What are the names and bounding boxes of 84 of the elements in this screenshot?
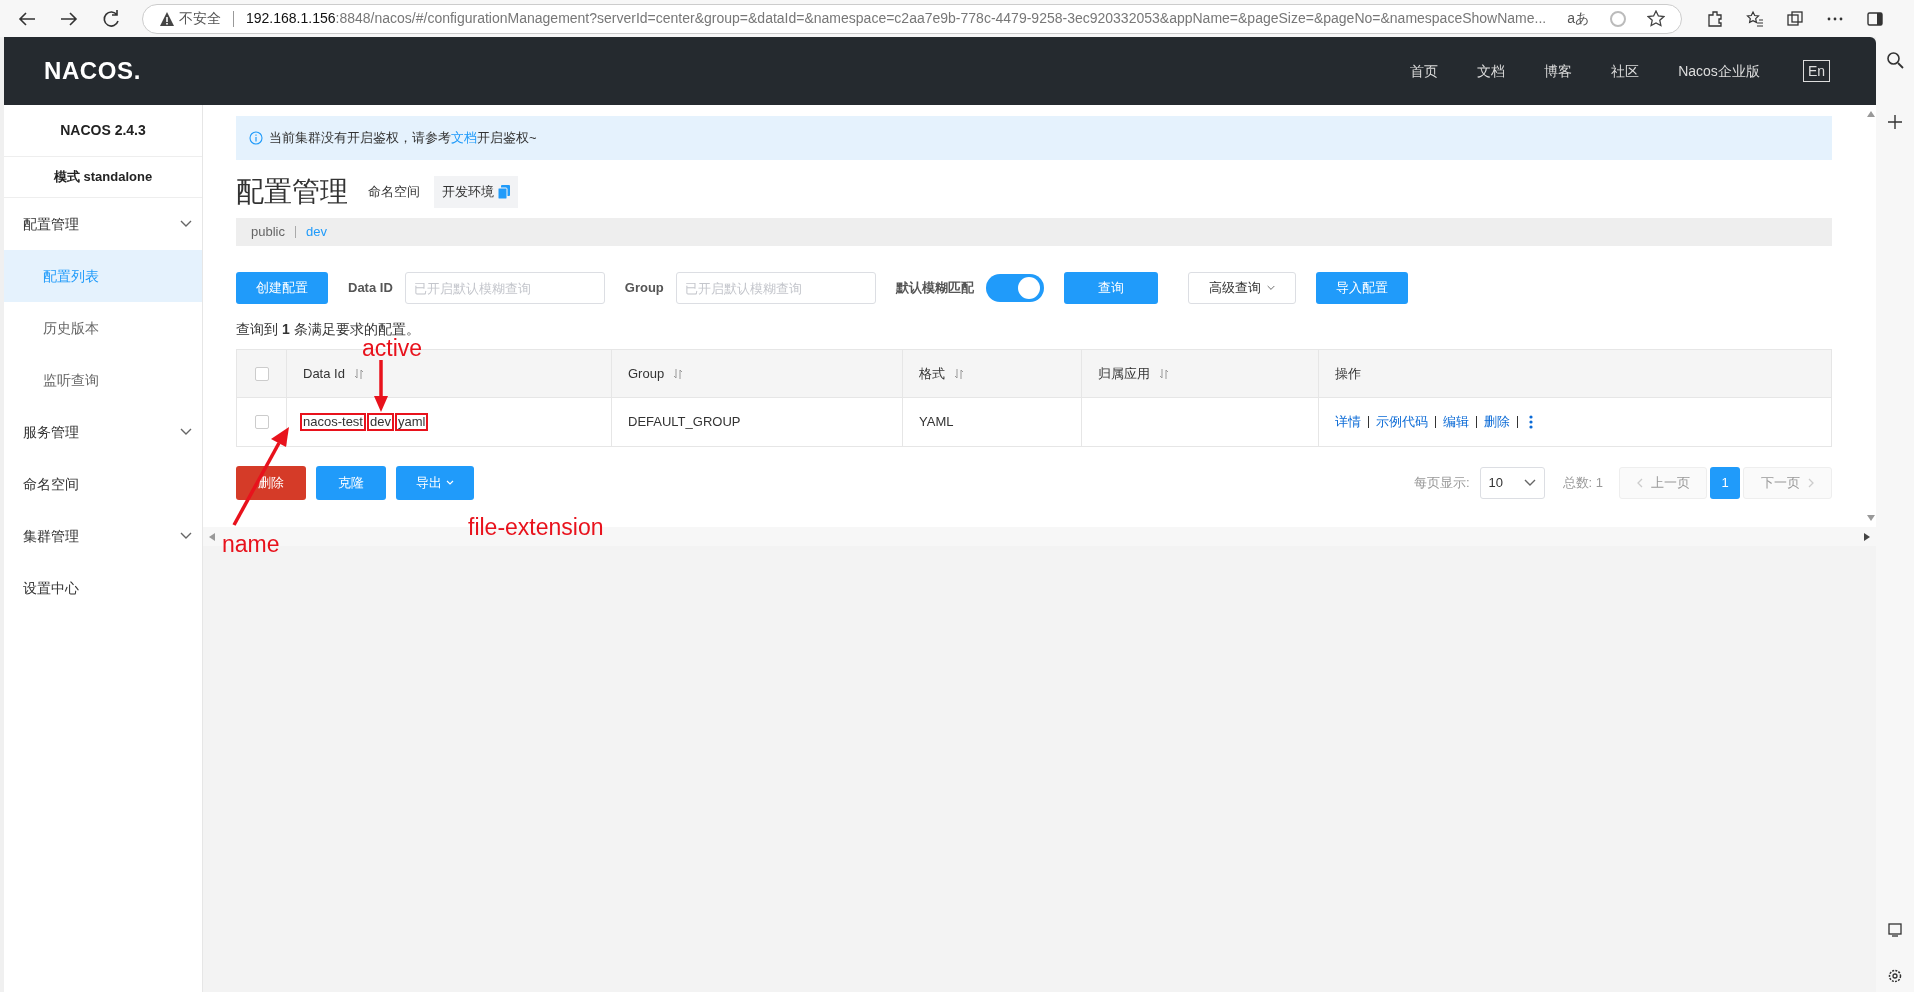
security-label: 不安全: [179, 9, 221, 28]
highlighted-text: yaml: [394, 413, 429, 431]
info-icon: [249, 131, 263, 145]
nav-link[interactable]: Nacos企业版: [1678, 60, 1760, 82]
sidebar-item[interactable]: 配置管理: [4, 198, 202, 250]
collections-icon[interactable]: [1786, 9, 1804, 28]
action-link[interactable]: 示例代码: [1376, 412, 1428, 432]
more-vertical-icon[interactable]: [1529, 415, 1533, 429]
toggle-label: 默认模糊匹配: [895, 279, 974, 298]
url-text: 192.168.1.156:8848/nacos/#/configurationManagement?serverId=center&group=&dataId=&namespace=c2aa7e9b-778c-4479-9258-3ec920332053&appName=&pageSize=&pageNo=&namespaceShowName...: [246, 9, 1547, 28]
language-button[interactable]: En: [1802, 60, 1830, 82]
chevron-left-icon: [1636, 478, 1643, 488]
copy-icon[interactable]: [498, 185, 510, 199]
annotation-label: file-extension: [468, 515, 604, 539]
checkbox[interactable]: [254, 415, 269, 429]
sidebar-item[interactable]: 集群管理: [4, 510, 202, 562]
warning-icon: [159, 10, 175, 27]
read-aloud-icon[interactable]: aあ: [1567, 8, 1589, 29]
extensions-icon[interactable]: [1706, 9, 1724, 28]
annotation-arrow: [373, 360, 389, 412]
version-label: NACOS 2.4.3: [4, 105, 202, 157]
nav-link[interactable]: 博客: [1544, 60, 1573, 82]
annotation-label: active: [362, 336, 423, 360]
mode-label: 模式 standalone: [4, 157, 202, 198]
page-size-label: 每页显示:: [1413, 474, 1470, 493]
highlighted-text: nacos-test: [300, 413, 366, 431]
chevron-down-icon: [180, 532, 192, 540]
delete-button[interactable]: 删除: [236, 466, 306, 500]
chevron-down-icon: [1266, 285, 1275, 291]
chevron-down-icon: [1523, 479, 1536, 487]
highlighted-text: dev: [367, 413, 394, 431]
star-icon[interactable]: [1647, 9, 1665, 28]
scroll-right-icon[interactable]: [1864, 532, 1870, 541]
column-header: Group: [628, 364, 665, 383]
scroll-left-icon[interactable]: [209, 532, 215, 541]
search-icon[interactable]: [1886, 51, 1904, 69]
sidebar-subitem[interactable]: 监听查询: [4, 354, 202, 406]
notice-text: 当前集群没有开启鉴权，请参考文档开启鉴权~: [269, 129, 537, 148]
sidebar-item[interactable]: 命名空间: [4, 458, 202, 510]
annotation-label: name: [222, 532, 280, 556]
total-count: 总数: 1: [1562, 474, 1603, 493]
action-link[interactable]: 删除: [1484, 412, 1510, 432]
sort-icon[interactable]: [1160, 368, 1168, 379]
nav-link[interactable]: 社区: [1611, 60, 1640, 82]
namespace-label: 命名空间: [368, 183, 420, 202]
sort-icon[interactable]: [354, 368, 363, 379]
action-link[interactable]: 详情: [1335, 412, 1361, 432]
favorites-icon[interactable]: [1746, 9, 1764, 28]
field-label: Group: [624, 279, 664, 298]
page-title: 配置管理: [236, 175, 348, 209]
column-header: 归属应用: [1098, 364, 1150, 383]
sidebar-item[interactable]: 服务管理: [4, 406, 202, 458]
sidebar-subitem[interactable]: 历史版本: [4, 302, 202, 354]
table-cell: DEFAULT_GROUP: [612, 398, 903, 446]
column-header: Data Id: [303, 364, 345, 383]
add-icon[interactable]: [1887, 114, 1903, 130]
sort-icon[interactable]: [674, 368, 683, 379]
screenshot-icon[interactable]: [1887, 922, 1903, 938]
chevron-right-icon: [1808, 478, 1814, 488]
chevron-down-icon: [180, 220, 192, 228]
select-all-checkbox[interactable]: [254, 366, 269, 381]
column-header: 格式: [919, 364, 945, 383]
advanced-search-button[interactable]: 高级查询: [1187, 272, 1296, 304]
namespace-name: 开发环境: [442, 183, 494, 202]
table-cell: YAML: [903, 398, 1082, 446]
scroll-down-icon[interactable]: [1867, 515, 1875, 521]
namespace-tab[interactable]: public: [251, 222, 285, 242]
sidebar-item[interactable]: 设置中心: [4, 562, 202, 614]
action-link[interactable]: 编辑: [1443, 412, 1469, 432]
sort-icon[interactable]: [955, 368, 963, 379]
toggle-switch[interactable]: [985, 274, 1044, 302]
caret-icon: [446, 480, 454, 486]
nav-link[interactable]: 首页: [1410, 60, 1439, 82]
column-header: 操作: [1335, 364, 1361, 383]
page-size-select[interactable]: 10: [1479, 467, 1545, 499]
chevron-down-icon: [180, 428, 192, 436]
settings-icon[interactable]: [1887, 968, 1903, 984]
logo[interactable]: NACOS.: [44, 53, 141, 89]
nav-link[interactable]: 文档: [1477, 60, 1506, 82]
result-summary: 查询到 1 条满足要求的配置。: [236, 320, 420, 338]
sidebar-toggle-icon[interactable]: [1866, 9, 1884, 28]
scroll-up-icon[interactable]: [1867, 111, 1875, 117]
address-bar[interactable]: 不安全 192.168.1.156:8848/nacos/#/configurationManagement?serverId=center&group=&dataId=&namespace=c2aa7e9b-778c-4479-9258-3ec920332053&appName=&pageSize=&pageNo=&namespaceShowName... aあ: [142, 3, 1682, 34]
field-label: Data ID: [348, 279, 393, 298]
